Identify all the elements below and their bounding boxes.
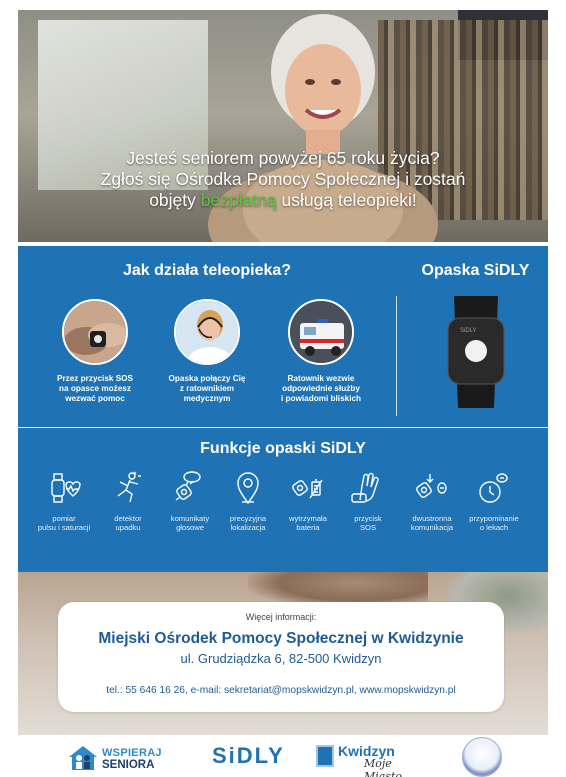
function-3-line-2: głosowe: [176, 523, 204, 532]
medication-reminder-icon: [479, 473, 508, 503]
battery-icon: [292, 479, 323, 499]
wspieraj-text: WSPIERAJ: [102, 747, 162, 759]
function-5-line-1: wytrzymała: [289, 514, 327, 523]
more-info-label: Więcej informacji:: [245, 612, 317, 622]
function-5-line-2: bateria: [296, 523, 320, 532]
function-location: precyzyjna lokalizacja: [218, 470, 278, 532]
two-way-call-icon: [416, 474, 447, 498]
seniora-text: SENIORA: [102, 759, 155, 771]
step-3-line-2: odpowiednie służby: [282, 384, 360, 393]
step-3-line-1: Ratownik wezwie: [287, 374, 355, 383]
function-3-line-1: komunikaty: [170, 514, 210, 523]
function-voice-messages: komunikaty głosowe: [160, 470, 220, 532]
function-sos: przycisk SOS: [338, 470, 398, 532]
sos-button-icon: [351, 472, 379, 503]
function-reminder: przypominanie o lekach: [464, 470, 524, 532]
hero-line-3-pre: objęty: [149, 190, 201, 210]
step-2-text: Opaska połączy Cię z ratownikiem medyczn…: [147, 374, 267, 404]
step-2-line-1: Opaska połączy Cię: [168, 374, 246, 383]
function-fall-detector: detektor upadku: [98, 470, 158, 532]
function-4-line-2: lokalizacja: [230, 523, 266, 532]
contact-card: Więcej informacji: Miejski Ośrodek Pomoc…: [58, 602, 504, 712]
wspieraj-seniora-logo: WSPIERAJ SENIORA: [68, 743, 188, 773]
kwidzyn-logo: Kwidzyn Moje Miasto: [316, 743, 420, 777]
operator-headset-icon: [176, 301, 238, 363]
hero-line-3-post: usługą teleopieki!: [276, 190, 417, 210]
hero-photo: Jesteś seniorem powyżej 65 roku życia? Z…: [18, 10, 548, 242]
function-1-line-2: pulsu i saturacji: [37, 523, 91, 532]
sidly-band-illustration: SiDLY: [447, 296, 505, 408]
band-title: Opaska SiDLY: [421, 262, 530, 279]
partner-logos: WSPIERAJ SENIORA SiDLY Kwidzyn Moje Mias…: [18, 735, 548, 777]
function-2-line-1: detektor: [114, 514, 142, 523]
moje-miasto-text: Moje Miasto: [364, 757, 403, 777]
step-2-line-2: z ratownikiem: [179, 384, 235, 393]
horizontal-divider: [18, 427, 548, 428]
function-7-line-2: komunikacja: [410, 523, 454, 532]
function-8-line-1: przypominanie: [469, 514, 519, 523]
sidly-logo: SiDLY: [212, 743, 285, 768]
step-1-line-3: wezwać pomoc: [65, 394, 125, 403]
organization-address: ul. Grudziądzka 6, 82-500 Kwidzyn: [180, 651, 382, 666]
poster: Jesteś seniorem powyżej 65 roku życia? Z…: [18, 10, 548, 777]
step-3-photo: [288, 299, 354, 365]
contact-details: tel.: 55 646 16 26, e-mail: sekretariat@…: [106, 685, 456, 696]
step-2-photo: [174, 299, 240, 365]
bottom-photo-strip: Więcej informacji: Miejski Ośrodek Pomoc…: [18, 572, 548, 735]
hero-line-1: Jesteś seniorem powyżej 65 roku życia?: [126, 148, 440, 168]
step-3-text: Ratownik wezwie odpowiednie służby i pow…: [261, 374, 381, 404]
step-1-line-2: na opasce możesz: [59, 384, 131, 393]
step-3-line-3: i powiadomi bliskich: [280, 394, 362, 403]
svg-text:SiDLY: SiDLY: [460, 328, 477, 334]
function-two-way: dwustronna komunikacja: [402, 470, 462, 532]
hero-line-2: Zgłoś się Ośrodka Pomocy Społecznej i zo…: [100, 169, 466, 189]
info-panel: Jak działa teleopieka? Opaska SiDLY Prze…: [18, 246, 548, 572]
step-1-photo: [62, 299, 128, 365]
voice-message-icon: [175, 471, 201, 501]
function-battery: wytrzymała bateria: [278, 470, 338, 532]
function-1-line-1: pomiar: [52, 514, 76, 523]
free-highlight: bezpłatną: [200, 190, 277, 210]
how-it-works-title: Jak działa teleopieka?: [122, 262, 292, 279]
function-4-line-1: precyzyjna: [229, 514, 267, 523]
function-8-line-2: o lekach: [479, 523, 509, 532]
location-pin-icon: [237, 472, 259, 505]
step-2-line-3: medycznym: [183, 394, 231, 403]
step-1-text: Przez przycisk SOS na opasce możesz wezw…: [35, 374, 155, 404]
function-2-line-2: upadku: [115, 523, 141, 532]
vertical-divider: [396, 296, 397, 416]
hero-line-3: objęty bezpłatną usługą teleopieki!: [18, 190, 548, 211]
house-people-icon: [69, 746, 97, 770]
step-1-line-1: Przez przycisk SOS: [57, 374, 133, 383]
function-6-line-2: SOS: [359, 523, 377, 532]
fall-detector-icon: [117, 471, 141, 503]
heart-pulse-icon: [51, 473, 81, 503]
functions-title: Funkcje opaski SiDLY: [200, 440, 366, 457]
mops-seal-logo: [462, 737, 502, 777]
hero-caption: Jesteś seniorem powyżej 65 roku życia? Z…: [18, 148, 548, 211]
function-6-line-1: przycisk: [354, 514, 382, 523]
hand-band-icon: [64, 301, 126, 363]
organization-name: Miejski Ośrodek Pomocy Społecznej w Kwid…: [98, 630, 464, 647]
ambulance-icon: [290, 301, 352, 363]
function-7-line-1: dwustronna: [412, 514, 452, 523]
function-heart-pulse: pomiar pulsu i saturacji: [34, 470, 94, 532]
kwidzyn-flag-icon: [316, 745, 334, 767]
